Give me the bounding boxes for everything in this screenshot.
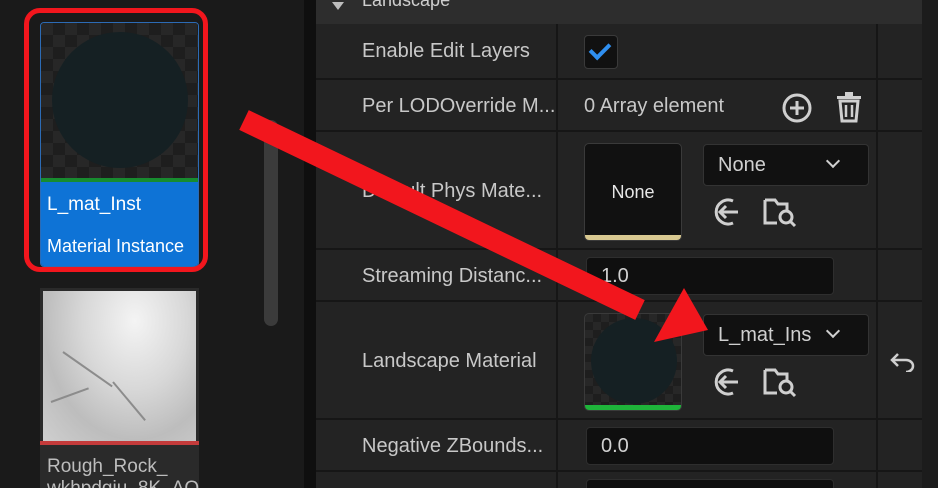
input-value: 0.0: [601, 435, 629, 457]
row-negative-zbounds: Negative ZBounds... 0.0: [316, 420, 922, 472]
details-panel: Landscape Enable Edit Layers Per LODOver…: [316, 0, 938, 488]
annotation-highlight-box: [24, 8, 208, 272]
cell-divider: [876, 132, 878, 248]
arrow-left-circle-icon[interactable]: [710, 365, 744, 399]
property-name-cell: Streaming Distanc...: [316, 250, 558, 300]
enable-edit-layers-checkbox[interactable]: [584, 35, 618, 69]
landscape-material-combo[interactable]: L_mat_Ins: [703, 314, 869, 356]
landscape-material-thumbnail[interactable]: [584, 313, 682, 411]
texture-thumbnail: [43, 291, 196, 441]
property-label: Negative ZBounds...: [362, 435, 544, 457]
asset-type-color-bar: [585, 235, 681, 240]
reset-arrow-icon[interactable]: [888, 348, 918, 374]
folder-search-icon[interactable]: [762, 195, 798, 229]
add-circle-icon[interactable]: [780, 91, 814, 125]
row-enable-edit-layers: Enable Edit Layers: [316, 24, 922, 80]
combo-value: L_mat_Ins: [718, 324, 812, 346]
cell-divider: [876, 472, 878, 488]
row-landscape-material: Landscape Material L_mat_Ins: [316, 302, 922, 420]
array-element-count: 0 Array element: [584, 95, 725, 117]
asset-type-color-bar: [585, 405, 681, 410]
phys-material-thumbnail[interactable]: None: [584, 143, 682, 241]
folder-search-icon[interactable]: [762, 365, 798, 399]
texture-detail: [50, 387, 89, 403]
section-title: Landscape: [362, 0, 451, 10]
property-name-cell: Landscape Material: [316, 302, 558, 418]
property-name-cell: Enable Edit Layers: [316, 24, 558, 78]
cell-divider: [876, 302, 878, 418]
property-label: Streaming Distanc...: [362, 265, 543, 287]
row-default-phys-material: Default Phys Mate... None None: [316, 132, 922, 250]
content-browser-panel: L_mat_Inst Material Instance Rough_Rock_…: [0, 0, 305, 488]
trash-icon[interactable]: [832, 89, 866, 125]
row-per-lod-override: Per LODOverride M... 0 Array element: [316, 80, 922, 132]
row-streaming-distance: Streaming Distanc... 1.0: [316, 250, 922, 302]
checkmark-icon: [588, 37, 612, 61]
row-next-partial: [316, 472, 922, 488]
arrow-left-circle-icon[interactable]: [710, 195, 744, 229]
thumbnail-none-label: None: [611, 182, 655, 202]
asset-type-color-strip: [40, 441, 199, 445]
asset-tile-rough-rock[interactable]: Rough_Rock_ wkhpdgiu_8K_AO: [40, 288, 199, 488]
property-name-cell: Default Phys Mate...: [316, 132, 558, 248]
combo-value: None: [718, 154, 766, 176]
cell-divider: [876, 420, 878, 470]
cell-divider: [876, 250, 878, 300]
material-preview-sphere: [591, 318, 677, 404]
property-name-cell: [316, 472, 558, 488]
chevron-down-icon: [825, 153, 841, 169]
property-label: Landscape Material: [362, 350, 537, 372]
collapse-arrow-icon[interactable]: [332, 2, 344, 10]
property-label: Per LODOverride M...: [362, 95, 554, 117]
cell-divider: [876, 24, 878, 78]
landscape-section-header[interactable]: Landscape: [316, 0, 922, 24]
panel-divider[interactable]: [304, 0, 316, 488]
phys-material-combo[interactable]: None: [703, 144, 869, 186]
asset-name-line2: wkhpdgiu_8K_AO: [47, 478, 199, 488]
chevron-down-icon: [825, 323, 841, 339]
input-value: 1.0: [601, 265, 629, 287]
property-name-cell: Negative ZBounds...: [316, 420, 558, 470]
negative-zbounds-input[interactable]: 0.0: [586, 427, 834, 465]
property-label: Enable Edit Layers: [362, 40, 530, 62]
cell-divider: [876, 80, 878, 130]
streaming-distance-input[interactable]: 1.0: [586, 257, 834, 295]
property-label: Default Phys Mate...: [362, 180, 543, 202]
texture-detail: [112, 381, 146, 421]
partial-input[interactable]: [586, 479, 834, 488]
texture-detail: [62, 351, 113, 388]
property-name-cell: Per LODOverride M...: [316, 80, 558, 130]
content-browser-scrollbar[interactable]: [264, 120, 278, 326]
asset-name-line1: Rough_Rock_: [47, 456, 168, 477]
